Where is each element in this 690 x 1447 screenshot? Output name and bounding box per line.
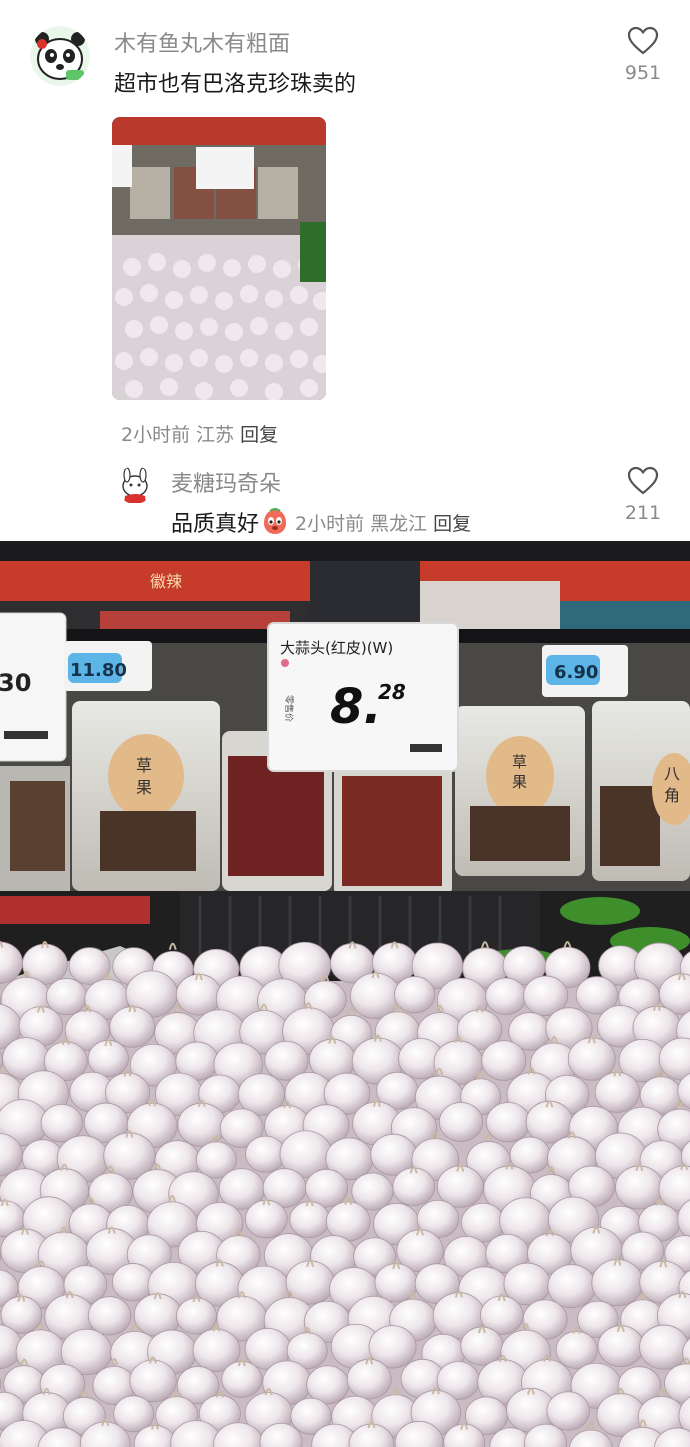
- comment-time: 2小时前: [295, 512, 365, 535]
- bag-label: 果: [512, 773, 527, 791]
- comment-image-thumbnail[interactable]: [112, 117, 326, 400]
- bag-label: 草: [512, 753, 527, 771]
- comment-location: 江苏: [196, 424, 235, 446]
- like-button[interactable]: 951: [616, 26, 670, 84]
- price-tag-edge: 30: [0, 669, 31, 697]
- bag-label: 八: [664, 764, 680, 783]
- heart-icon: [627, 26, 659, 55]
- avatar[interactable]: [30, 26, 90, 86]
- price-tag-right: 6.90: [554, 662, 598, 683]
- username[interactable]: 木有鱼丸木有粗面: [114, 26, 290, 58]
- like-button[interactable]: 211: [616, 466, 670, 524]
- comment-text: 品质真好: [171, 512, 260, 537]
- comment-time: 2小时前: [121, 424, 191, 446]
- bag-label: 果: [136, 778, 152, 797]
- reply-button[interactable]: 回复: [240, 424, 278, 446]
- comment-line: 品质真好 2小时前 黑龙江 回复: [171, 506, 477, 538]
- shelf-sign: 徽辣: [150, 572, 182, 591]
- like-count: 951: [624, 62, 662, 84]
- garlic-shelf-photo: 徽辣 草 果 草 果 八 角 30 11.80 大蒜头(红皮)(W) 零售价 8…: [0, 541, 690, 1447]
- reply-button[interactable]: 回复: [433, 513, 471, 535]
- small-tag-label: 零售价: [283, 695, 295, 722]
- bag-label: 草: [136, 756, 152, 775]
- heart-icon: [627, 466, 659, 495]
- emoji-icon: [261, 508, 289, 536]
- comment-meta: 2小时前 黑龙江 回复: [295, 509, 477, 536]
- price-tag-left: 11.80: [70, 660, 127, 681]
- product-tag-name: 大蒜头(红皮)(W): [280, 639, 393, 657]
- like-count: 211: [624, 502, 662, 524]
- product-tag-price-decimal: 28: [378, 680, 406, 704]
- avatar[interactable]: [116, 466, 154, 504]
- bag-label: 角: [664, 786, 680, 805]
- comment-text: 超市也有巴洛克珍珠卖的: [114, 72, 357, 97]
- comment-location: 黑龙江: [370, 512, 428, 535]
- product-tag-price: 8.: [330, 679, 382, 735]
- comment-meta: 2小时前 江苏 回复: [121, 420, 284, 447]
- username[interactable]: 麦糖玛奇朵: [171, 466, 281, 498]
